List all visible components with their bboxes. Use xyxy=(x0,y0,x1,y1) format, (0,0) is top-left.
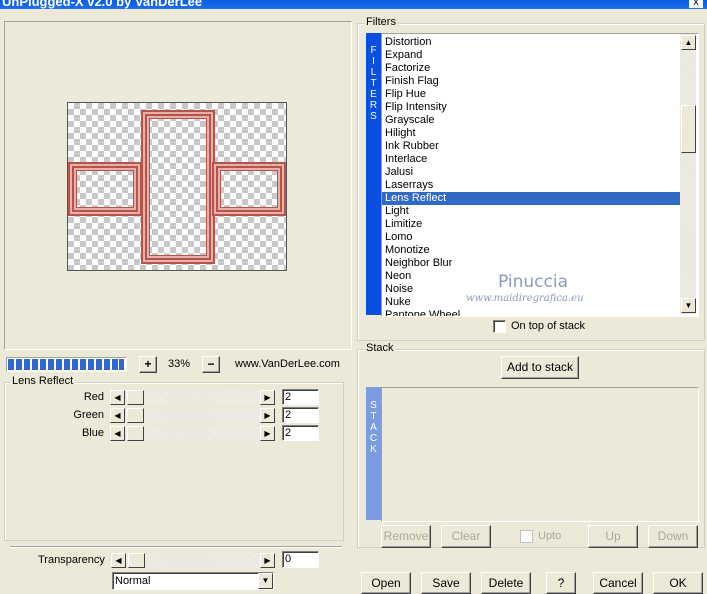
transparency-slider-thumb[interactable] xyxy=(128,553,145,568)
green-slider-track[interactable] xyxy=(125,408,261,423)
filter-list-item[interactable]: Flip Intensity xyxy=(382,101,680,114)
zoom-in-button[interactable]: + xyxy=(139,356,157,373)
cancel-button[interactable]: Cancel xyxy=(593,572,643,594)
clear-button[interactable]: Clear xyxy=(441,525,491,548)
stack-side-label: STACK xyxy=(369,400,378,455)
transparency-left-arrow-icon[interactable]: ◀ xyxy=(111,553,126,568)
blue-left-arrow-icon[interactable]: ◀ xyxy=(110,426,125,441)
filter-list-item[interactable]: Flip Hue xyxy=(382,88,680,101)
filter-list-item[interactable]: Grayscale xyxy=(382,114,680,127)
chevron-down-icon[interactable]: ▼ xyxy=(258,573,273,589)
save-button[interactable]: Save xyxy=(421,572,471,594)
filters-scrollbar-thumb[interactable] xyxy=(681,105,696,153)
upto-checkbox[interactable] xyxy=(520,530,533,543)
filters-group-label: Filters xyxy=(364,16,398,28)
watermark-url: www.maidiregrafica.eu xyxy=(466,293,584,304)
scroll-up-icon[interactable]: ▲ xyxy=(681,35,696,50)
filter-list-item[interactable]: Finish Flag xyxy=(382,75,680,88)
filter-list-item[interactable]: Ink Rubber xyxy=(382,140,680,153)
ok-button[interactable]: OK xyxy=(653,572,703,594)
filter-list-item[interactable]: Laserrays xyxy=(382,179,680,192)
filter-list-item[interactable]: Expand xyxy=(382,49,680,62)
filter-list-item[interactable]: Lens Reflect xyxy=(382,192,680,205)
params-group xyxy=(4,382,344,541)
down-button[interactable]: Down xyxy=(648,525,698,548)
close-icon[interactable]: x xyxy=(689,0,703,8)
params-group-label: Lens Reflect xyxy=(10,375,76,387)
filter-list-item[interactable]: Factorize xyxy=(382,62,680,75)
frame-right xyxy=(216,166,282,212)
on-top-checkbox[interactable] xyxy=(493,320,506,333)
upto-label: Upto xyxy=(538,530,562,542)
green-right-arrow-icon[interactable]: ▶ xyxy=(260,408,275,423)
filter-list-item[interactable]: Limitize xyxy=(382,218,680,231)
zoom-out-button[interactable]: − xyxy=(202,356,220,373)
website-link[interactable]: www.VanDerLee.com xyxy=(235,358,340,370)
red-slider-track[interactable] xyxy=(125,390,261,405)
filter-list-item[interactable]: Jalusi xyxy=(382,166,680,179)
help-button[interactable]: ? xyxy=(546,572,576,594)
filter-list-item[interactable]: Neighbor Blur xyxy=(382,257,680,270)
green-left-arrow-icon[interactable]: ◀ xyxy=(110,408,125,423)
up-button[interactable]: Up xyxy=(588,525,638,548)
blue-slider-thumb[interactable] xyxy=(127,426,144,441)
red-left-arrow-icon[interactable]: ◀ xyxy=(110,390,125,405)
frame-left xyxy=(72,166,138,212)
frame-center xyxy=(145,114,211,260)
param-label-blue: Blue xyxy=(81,427,104,439)
filters-side-label: FILTERS xyxy=(369,45,378,122)
blue-right-arrow-icon[interactable]: ▶ xyxy=(260,426,275,441)
filter-list-item[interactable]: Distortion xyxy=(382,36,680,49)
filter-list-item[interactable]: Pantone Wheel xyxy=(382,309,680,316)
filter-list-item[interactable]: Lomo xyxy=(382,231,680,244)
green-value-input[interactable]: 2 xyxy=(282,407,319,423)
param-label-red: Red xyxy=(83,391,104,403)
filters-scrollbar[interactable] xyxy=(680,34,696,314)
preview-image xyxy=(67,102,287,271)
filter-list-item[interactable]: Interlace xyxy=(382,153,680,166)
window-title: UnPlugged-X v2.0 by VanDerLee xyxy=(2,0,203,9)
blue-value-input[interactable]: 2 xyxy=(282,425,319,441)
red-slider-thumb[interactable] xyxy=(127,390,144,405)
stack-list[interactable] xyxy=(381,387,699,522)
param-label-green: Green xyxy=(73,409,104,421)
zoom-level: 33% xyxy=(168,358,191,370)
green-slider-thumb[interactable] xyxy=(127,408,144,423)
title-bar: UnPlugged-X v2.0 by VanDerLee x xyxy=(0,0,707,9)
filter-list-item[interactable]: Hilight xyxy=(382,127,680,140)
stack-group-label: Stack xyxy=(364,342,396,354)
blend-mode-value: Normal xyxy=(115,575,151,587)
watermark-name: Pinuccia xyxy=(498,272,568,292)
red-value-input[interactable]: 2 xyxy=(282,389,319,405)
red-right-arrow-icon[interactable]: ▶ xyxy=(260,390,275,405)
progress-bar xyxy=(6,357,127,372)
transparency-value-input[interactable]: 0 xyxy=(282,551,319,568)
blend-mode-select[interactable]: Normal ▼ xyxy=(112,572,274,590)
add-to-stack-button[interactable]: Add to stack xyxy=(501,356,579,379)
remove-button[interactable]: Remove xyxy=(381,525,431,548)
scroll-down-icon[interactable]: ▼ xyxy=(681,298,696,313)
open-button[interactable]: Open xyxy=(361,572,411,594)
filter-list-item[interactable]: Monotize xyxy=(382,244,680,257)
delete-button[interactable]: Delete xyxy=(481,572,531,594)
transparency-right-arrow-icon[interactable]: ▶ xyxy=(260,553,275,568)
transparency-label: Transparency xyxy=(38,554,105,566)
transparency-divider xyxy=(10,546,342,548)
transparency-slider-track[interactable] xyxy=(126,553,261,568)
blue-slider-track[interactable] xyxy=(125,426,261,441)
on-top-label: On top of stack xyxy=(511,320,585,332)
filter-list-item[interactable]: Light xyxy=(382,205,680,218)
